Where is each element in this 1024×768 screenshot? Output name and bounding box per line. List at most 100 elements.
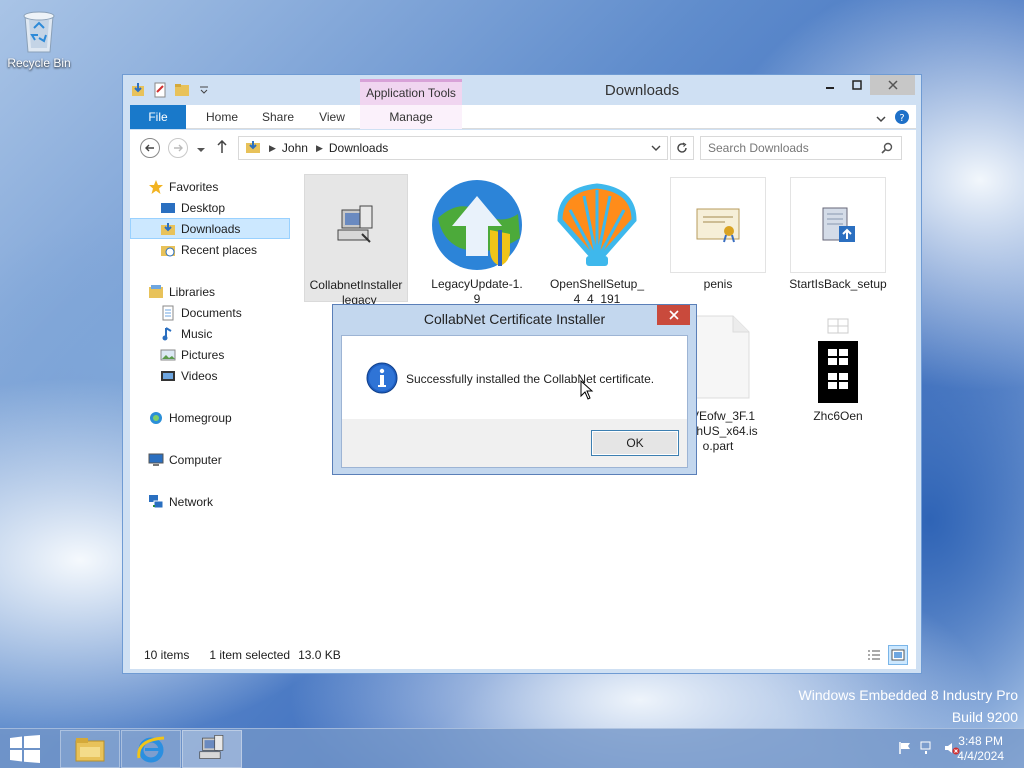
file-item-openshellsetup[interactable]: OpenShellSetup_ 4_4_191 <box>545 174 649 307</box>
windows-logo-image-icon <box>790 309 886 405</box>
taskbar-file-explorer[interactable] <box>60 730 120 768</box>
search-icon <box>881 142 893 157</box>
close-icon <box>668 310 679 320</box>
downloads-icon <box>160 221 176 237</box>
star-icon <box>148 179 164 195</box>
network-tray-icon[interactable] <box>920 741 936 758</box>
tab-home[interactable]: Home <box>194 105 250 129</box>
close-icon <box>887 80 898 90</box>
nav-downloads[interactable]: Downloads <box>130 218 290 239</box>
refresh-button[interactable] <box>670 136 694 160</box>
file-item-certificate[interactable]: penis <box>666 174 770 292</box>
nav-homegroup-label: Homegroup <box>169 410 232 425</box>
file-item-legacyupdate[interactable]: LegacyUpdate-1. 9 <box>425 174 529 307</box>
details-view-button[interactable] <box>864 645 884 665</box>
nav-desktop[interactable]: Desktop <box>130 197 290 218</box>
ok-button[interactable]: OK <box>591 430 679 456</box>
expand-ribbon-icon[interactable] <box>876 112 886 126</box>
search-placeholder: Search Downloads <box>708 141 809 155</box>
file-item-collabnetinstaller-legacy[interactable]: CollabnetInstaller _legacy <box>304 174 408 307</box>
svg-text:?: ? <box>899 113 904 124</box>
close-button[interactable] <box>870 75 915 95</box>
nav-desktop-label: Desktop <box>181 200 226 215</box>
recent-locations-button[interactable] <box>196 143 206 157</box>
file-item-startisback-setup[interactable]: StartIsBack_setup <box>786 174 890 292</box>
search-input[interactable]: Search Downloads <box>700 136 902 160</box>
videos-icon <box>160 368 176 384</box>
large-icons-view-button[interactable] <box>888 645 908 665</box>
nav-documents[interactable]: Documents <box>130 302 290 323</box>
taskbar-internet-explorer[interactable] <box>121 730 181 768</box>
action-center-flag-icon[interactable] <box>898 741 912 758</box>
nav-favorites[interactable]: Favorites <box>130 176 290 197</box>
mouse-cursor-icon <box>580 379 594 403</box>
address-bar[interactable]: ▶ John ▶ Downloads <box>238 136 668 160</box>
downloads-folder-icon <box>245 139 261 158</box>
nav-music[interactable]: Music <box>130 323 290 344</box>
documents-icon <box>160 305 176 321</box>
nav-recent-places[interactable]: Recent places <box>130 239 290 260</box>
details-view-icon <box>868 650 880 660</box>
forward-button[interactable] <box>168 138 188 158</box>
tab-file[interactable]: File <box>130 105 186 129</box>
certificate-icon <box>670 177 766 273</box>
file-label-line: Zhc6Oen <box>813 409 863 423</box>
nav-network-label: Network <box>169 494 214 509</box>
navigation-pane: Favorites Desktop Downloads Recent place… <box>130 166 290 641</box>
nav-pictures[interactable]: Pictures <box>130 344 290 365</box>
back-button[interactable] <box>140 138 160 158</box>
breadcrumb-separator-icon: ▶ <box>269 142 276 153</box>
status-size: 13.0 KB <box>298 648 341 662</box>
installer-computer-icon <box>199 735 224 759</box>
title-bar[interactable]: Application Tools Downloads <box>123 75 921 105</box>
nav-libraries[interactable]: Libraries <box>130 281 290 302</box>
tab-view[interactable]: View <box>306 105 358 129</box>
large-icons-view-icon <box>891 649 905 661</box>
start-button[interactable] <box>9 735 41 766</box>
file-label-line: LegacyUpdate-1. <box>431 277 523 291</box>
nav-homegroup[interactable]: Homegroup <box>130 407 290 428</box>
refresh-icon <box>677 142 687 153</box>
status-selection: 1 item selected <box>209 648 291 662</box>
window-title: Downloads <box>604 82 680 99</box>
maximize-button[interactable] <box>843 75 870 95</box>
recycle-bin-desktop-icon[interactable]: Recycle Bin <box>6 6 72 70</box>
nav-recent-label: Recent places <box>181 242 258 257</box>
legacy-update-globe-icon <box>429 177 525 273</box>
pictures-icon <box>160 347 176 363</box>
tab-share[interactable]: Share <box>250 105 306 129</box>
dialog-close-button[interactable] <box>657 305 690 325</box>
internet-explorer-icon <box>137 736 165 763</box>
clock-date: 4/4/2024 <box>957 749 1004 763</box>
certificate-installer-dialog[interactable]: CollabNet Certificate Installer Successf… <box>332 304 697 475</box>
taskbar: 3:48 PM 4/4/2024 <box>0 728 1024 768</box>
system-tray <box>898 741 960 758</box>
taskbar-collabnet-installer[interactable] <box>182 730 242 768</box>
breadcrumb-john[interactable]: John <box>282 141 308 155</box>
watermark-build: Build 9200 <box>951 709 1018 725</box>
tab-manage[interactable]: Manage <box>360 105 462 129</box>
address-dropdown-icon[interactable] <box>651 141 661 155</box>
arrow-right-icon <box>174 144 183 152</box>
chevron-down-icon <box>197 148 205 152</box>
file-label-line: OpenShellSetup_ <box>549 277 645 291</box>
arrow-left-icon <box>145 144 154 152</box>
minimize-button[interactable] <box>816 75 843 95</box>
nav-libraries-label: Libraries <box>169 284 216 299</box>
nav-computer[interactable]: Computer <box>130 449 290 470</box>
nav-favorites-label: Favorites <box>169 179 219 194</box>
nav-music-label: Music <box>181 326 213 341</box>
breadcrumb-downloads[interactable]: Downloads <box>329 141 388 155</box>
file-item-zhc6oen[interactable]: Zhc6Oen <box>786 306 890 424</box>
setup-installer-icon <box>790 177 886 273</box>
recent-places-icon <box>160 242 176 258</box>
clock-time: 3:48 PM <box>958 734 1003 748</box>
nav-network[interactable]: Network <box>130 491 290 512</box>
taskbar-clock[interactable]: 3:48 PM 4/4/2024 <box>957 734 1004 764</box>
up-button[interactable] <box>216 139 228 157</box>
windows-logo-icon <box>10 735 40 763</box>
information-icon <box>366 362 398 397</box>
file-label-line: penis <box>703 277 733 291</box>
help-icon[interactable]: ? <box>894 109 910 128</box>
nav-videos[interactable]: Videos <box>130 365 290 386</box>
